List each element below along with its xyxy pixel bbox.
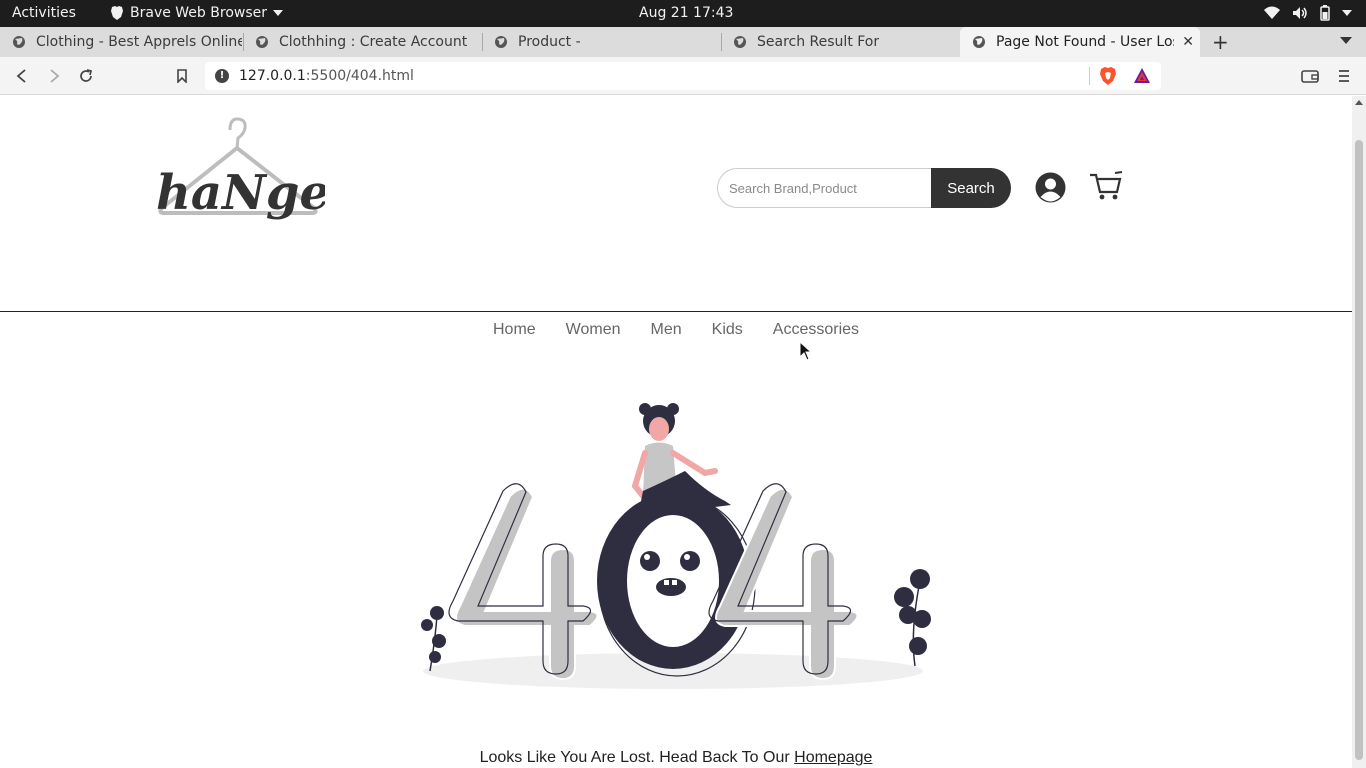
main-nav: Home Women Men Kids Accessories <box>0 321 1352 339</box>
address-bar[interactable]: ! 127.0.0.1:5500/404.html <box>205 62 1161 90</box>
app-name: Brave Web Browser <box>130 5 267 21</box>
brave-lion-icon <box>111 6 123 20</box>
logo-text: haNger <box>156 165 325 221</box>
tab-title: Search Result For <box>757 34 880 50</box>
tab-strip: Clothing - Best Apprels Online Clothhing… <box>0 27 1366 57</box>
scroll-up-arrow-icon[interactable] <box>1355 100 1363 105</box>
chevron-down-icon <box>1342 10 1352 16</box>
search-input[interactable] <box>717 168 933 208</box>
nav-link-kids[interactable]: Kids <box>712 321 743 339</box>
divider <box>1089 67 1090 85</box>
wallet-button[interactable] <box>1300 66 1320 86</box>
tab-list-chevron-icon[interactable] <box>1340 37 1352 44</box>
bookmark-icon <box>177 69 187 83</box>
lost-message: Looks Like You Are Lost. Head Back To Ou… <box>479 749 873 766</box>
plant-right <box>894 569 931 667</box>
user-account-icon[interactable] <box>1035 172 1066 203</box>
browser-toolbar: ! 127.0.0.1:5500/404.html <box>0 57 1366 95</box>
tab-create-account[interactable]: Clothhing : Create Account <box>243 27 481 57</box>
new-tab-button[interactable]: + <box>1212 30 1229 54</box>
tab-search-result[interactable]: Search Result For <box>721 27 959 57</box>
mouse-cursor-icon <box>799 341 811 361</box>
chevron-down-icon <box>273 10 283 16</box>
header-divider <box>0 311 1352 312</box>
forward-arrow-icon <box>50 69 60 83</box>
app-menu[interactable]: Brave Web Browser <box>110 5 283 21</box>
site-info-icon[interactable]: ! <box>215 69 229 83</box>
homepage-link[interactable]: Homepage <box>794 749 872 766</box>
forward-button[interactable] <box>44 66 64 86</box>
search-button[interactable]: Search <box>931 168 1011 208</box>
activities-button[interactable]: Activities <box>12 5 76 21</box>
globe-icon <box>13 36 25 48</box>
nav-link-home[interactable]: Home <box>493 321 536 339</box>
woman-figure <box>631 403 731 507</box>
tab-product[interactable]: Product - <box>482 27 720 57</box>
globe-icon <box>495 36 507 48</box>
globe-icon <box>256 36 268 48</box>
nav-link-men[interactable]: Men <box>651 321 682 339</box>
globe-icon <box>973 36 985 48</box>
page-content: haNger Search Home Women Men Kids Access… <box>0 96 1352 768</box>
scrollbar-thumb[interactable] <box>1355 140 1363 760</box>
404-illustration <box>421 403 931 689</box>
shopping-cart-icon[interactable] <box>1089 171 1123 201</box>
wifi-icon <box>1264 6 1280 19</box>
tab-title: Clothing - Best Apprels Online <box>36 34 242 50</box>
brave-rewards-icon[interactable] <box>1133 67 1151 85</box>
hamburger-menu-icon <box>1339 70 1349 82</box>
reload-icon <box>80 69 93 82</box>
url-text[interactable]: 127.0.0.1:5500/404.html <box>239 68 414 84</box>
nav-link-accessories[interactable]: Accessories <box>773 321 859 339</box>
menu-button[interactable] <box>1334 66 1354 86</box>
back-button[interactable] <box>12 66 32 86</box>
nav-link-women[interactable]: Women <box>566 321 621 339</box>
clock[interactable]: Aug 21 17:43 <box>639 5 733 21</box>
globe-icon <box>734 36 746 48</box>
tab-title: Product - <box>518 34 581 50</box>
wallet-icon <box>1301 70 1319 83</box>
bookmark-button[interactable] <box>172 66 192 86</box>
battery-icon <box>1320 5 1330 21</box>
system-tray[interactable] <box>1264 5 1352 21</box>
close-icon[interactable]: ✕ <box>1182 34 1194 50</box>
reload-button[interactable] <box>76 66 96 86</box>
page-scrollbar[interactable] <box>1352 96 1366 768</box>
hanger-logo[interactable]: haNger <box>150 116 325 236</box>
os-top-bar: Activities Brave Web Browser Aug 21 17:4… <box>0 0 1366 27</box>
tab-clothing[interactable]: Clothing - Best Apprels Online <box>0 27 242 57</box>
plant-left <box>421 606 446 672</box>
volume-icon <box>1293 7 1307 19</box>
tab-page-not-found[interactable]: Page Not Found - User Lost ✕ <box>960 27 1200 57</box>
tab-title: Clothhing : Create Account <box>279 34 468 50</box>
back-arrow-icon <box>16 69 26 83</box>
tab-title: Page Not Found - User Lost <box>996 34 1174 50</box>
brave-shields-icon[interactable] <box>1099 66 1117 86</box>
